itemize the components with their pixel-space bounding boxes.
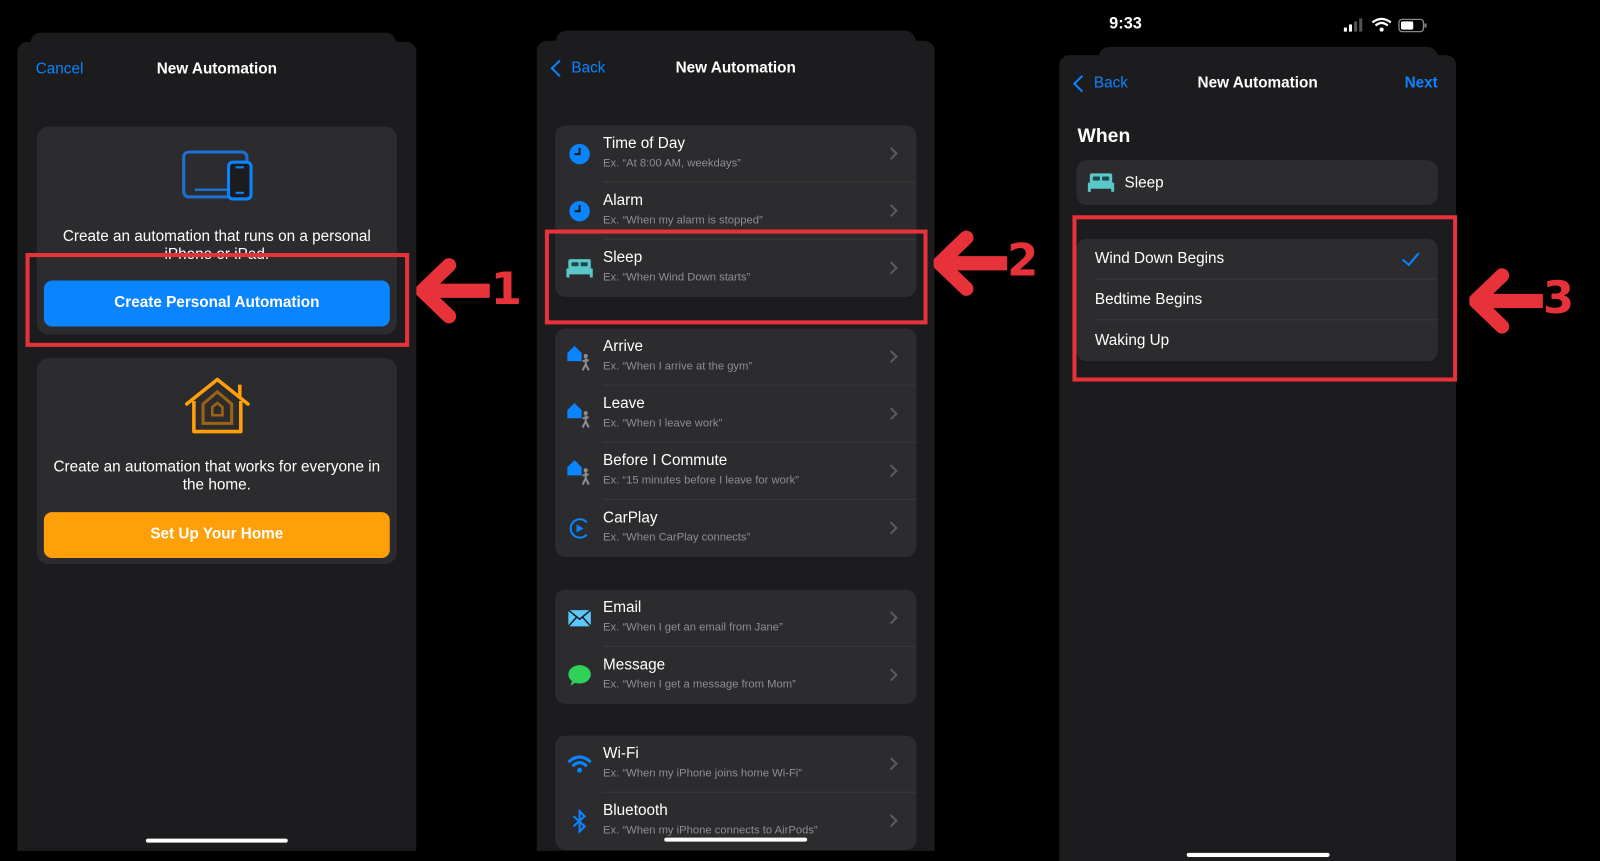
next-button[interactable]: Next xyxy=(1405,74,1438,91)
panel-2: Back New Automation Time of Day Ex. “At 8… xyxy=(536,40,935,851)
clock-icon xyxy=(565,197,594,226)
trigger-row-before-i-commute[interactable]: Before I Commute Ex. “15 minutes before I… xyxy=(555,443,917,500)
annotation-arrow-3 xyxy=(1469,268,1543,334)
home-description: Create an automation that works for ever… xyxy=(53,458,381,494)
nav-bar: Cancel New Automation xyxy=(17,54,416,85)
chevron-right-icon xyxy=(884,147,898,161)
annotation-box-1 xyxy=(25,253,410,347)
home-indicator xyxy=(1186,852,1330,857)
row-subtitle: Ex. “When my iPhone connects to AirPods” xyxy=(603,824,818,837)
row-subtitle: Ex. “When I get an email from Jane” xyxy=(603,621,783,634)
location-person-icon xyxy=(565,400,594,429)
row-subtitle: Ex. “When CarPlay connects” xyxy=(603,531,751,544)
signal-icon xyxy=(1343,18,1363,32)
annotation-number-3: 3 xyxy=(1542,272,1575,325)
row-subtitle: Ex. “When I leave work” xyxy=(603,417,723,430)
chevron-right-icon xyxy=(884,407,898,421)
chevron-right-icon xyxy=(884,668,898,682)
location-person-icon xyxy=(565,457,594,486)
trigger-group: Email Ex. “When I get an email from Jane”… xyxy=(555,589,917,704)
annotation-box-3 xyxy=(1072,215,1458,382)
home-automation-card: Create an automation that works for ever… xyxy=(36,358,397,565)
chevron-right-icon xyxy=(884,814,898,828)
row-title: Wi-Fi xyxy=(603,744,639,763)
trigger-row-time-of-day[interactable]: Time of Day Ex. “At 8:00 AM, weekdays” xyxy=(555,125,917,183)
chevron-right-icon xyxy=(884,521,898,535)
row-title: Alarm xyxy=(603,191,644,210)
row-subtitle: Ex. “When I arrive at the gym” xyxy=(603,360,753,373)
nav-bar: Back New Automation Next xyxy=(1059,68,1456,99)
page-title: New Automation xyxy=(675,59,796,77)
nav-bar: Back New Automation xyxy=(537,53,935,84)
row-subtitle: Ex. “When I get a message from Mom” xyxy=(603,678,796,691)
trigger-label: Sleep xyxy=(1124,174,1164,192)
mail-icon xyxy=(565,604,594,633)
trigger-row-carplay[interactable]: CarPlay Ex. “When CarPlay connects” xyxy=(555,500,916,557)
row-title: Message xyxy=(603,655,666,674)
annotation-arrow-2 xyxy=(933,230,1008,296)
devices-icon xyxy=(182,150,253,201)
trigger-row-email[interactable]: Email Ex. “When I get an email from Jane” xyxy=(555,590,917,647)
row-title: Arrive xyxy=(603,337,644,356)
trigger-row[interactable]: Sleep xyxy=(1076,160,1438,206)
trigger-row-leave[interactable]: Leave Ex. “When I leave work” xyxy=(555,386,917,443)
annotation-number-1: 1 xyxy=(490,263,523,316)
home-icon xyxy=(184,377,250,434)
row-title: Leave xyxy=(603,394,645,413)
chevron-right-icon xyxy=(884,464,898,478)
annotation-arrow-1 xyxy=(416,258,490,324)
chevron-right-icon xyxy=(884,204,898,218)
annotation-number-2: 2 xyxy=(1007,234,1039,287)
section-title: When xyxy=(1077,125,1131,147)
carplay-icon xyxy=(565,514,594,543)
wifi-status-icon xyxy=(1371,17,1392,32)
bed-icon xyxy=(1087,173,1115,192)
trigger-row-arrive[interactable]: Arrive Ex. “When I arrive at the gym” xyxy=(555,329,917,386)
home-indicator xyxy=(145,838,288,843)
panel-1: Cancel New Automation Create an automati… xyxy=(17,41,417,851)
row-subtitle: Ex. “When my alarm is stopped” xyxy=(603,214,763,227)
bluetooth-icon xyxy=(565,807,594,836)
panel-3: Back New Automation Next When Sleep Wind… xyxy=(1059,55,1457,861)
chevron-right-icon xyxy=(884,611,898,625)
row-title: Email xyxy=(603,598,642,617)
battery-icon xyxy=(1398,18,1427,33)
clock-icon xyxy=(565,140,594,169)
wifi-icon xyxy=(565,750,594,779)
trigger-row-wi-fi[interactable]: Wi-Fi Ex. “When my iPhone joins home Wi-F… xyxy=(555,736,917,793)
row-title: Before I Commute xyxy=(603,451,728,470)
annotation-box-2 xyxy=(544,229,928,325)
chevron-right-icon xyxy=(884,350,898,364)
row-subtitle: Ex. “When my iPhone joins home Wi-Fi” xyxy=(603,767,803,780)
status-icons xyxy=(1343,17,1427,33)
status-time: 9:33 xyxy=(1109,15,1142,33)
trigger-group: Arrive Ex. “When I arrive at the gym” Leav… xyxy=(555,328,917,558)
row-title: Bluetooth xyxy=(603,801,668,820)
page-title: New Automation xyxy=(156,60,277,78)
home-indicator xyxy=(664,837,808,842)
message-icon xyxy=(565,661,594,690)
location-person-icon xyxy=(565,343,594,372)
row-title: Time of Day xyxy=(603,134,685,153)
page-title: New Automation xyxy=(1197,74,1318,92)
row-subtitle: Ex. “15 minutes before I leave for work” xyxy=(603,474,799,487)
set-up-your-home-button[interactable]: Set Up Your Home xyxy=(43,512,390,559)
trigger-group: Wi-Fi Ex. “When my iPhone joins home Wi-F… xyxy=(555,735,917,850)
row-title: CarPlay xyxy=(603,509,658,527)
chevron-right-icon xyxy=(884,757,898,771)
trigger-row-message[interactable]: Message Ex. “When I get a message from Mo… xyxy=(555,647,916,704)
row-subtitle: Ex. “At 8:00 AM, weekdays” xyxy=(603,157,741,170)
